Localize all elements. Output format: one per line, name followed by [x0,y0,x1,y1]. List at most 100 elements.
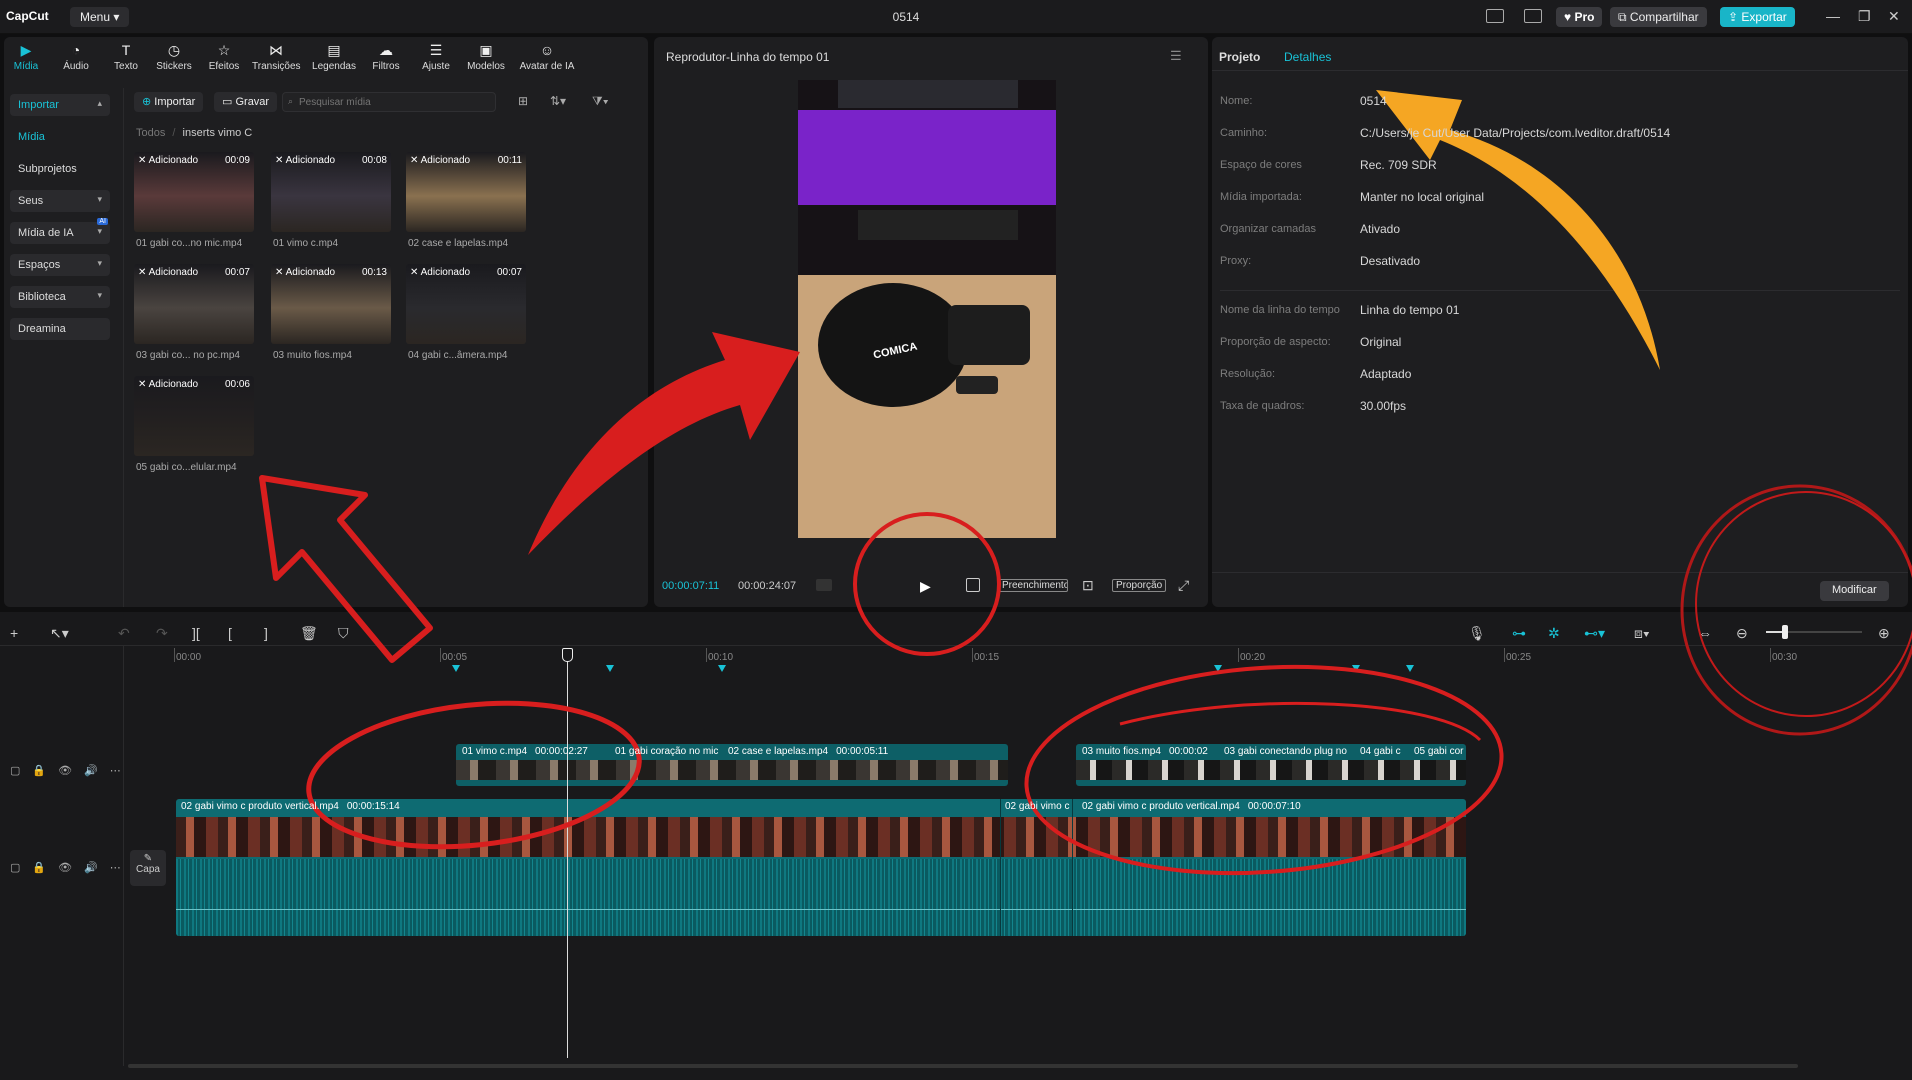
grid-view-icon[interactable]: ⊞ [518,94,528,108]
share-icon: ⧉ [1618,10,1627,24]
media-item[interactable]: ✕ Adicionado 00:08 01 vimo c.mp4 [271,152,391,249]
main-track-magnet-icon[interactable]: ⊶ [1512,625,1526,642]
media-item[interactable]: ✕ Adicionado 00:09 01 gabi co...no mic.mp4 [134,152,254,249]
delete-icon[interactable]: 🗑 [300,625,318,642]
select-tool-icon[interactable]: ↖▾ [50,625,69,642]
overlay-clip[interactable]: 04 gabi c [1360,746,1401,757]
overlay-clip[interactable]: 02 case e lapelas.mp4 00:00:05:11 [728,746,888,757]
breadcrumb-all[interactable]: Todos [136,127,165,139]
nav-library[interactable]: Biblioteca ▾ [10,286,110,308]
add-track-icon[interactable]: + [10,625,18,641]
undo-icon[interactable]: ↶ [118,625,130,642]
media-item[interactable]: ✕ Adicionado 00:06 05 gabi co...elular.mp4 [134,376,254,473]
fit-icon[interactable]: ⇔ [1698,625,1712,641]
minimize-icon[interactable]: — [1826,8,1840,24]
tab-adjust[interactable]: ☰ Ajuste [412,42,460,72]
zoom-in-icon[interactable]: ⊕ [1878,625,1890,642]
detail-label: Nome da linha do tempo [1220,304,1340,316]
zoom-slider-handle[interactable] [1782,625,1788,639]
detail-value: Ativado [1360,222,1401,236]
tab-avatar[interactable]: ☺ Avatar de IA [512,42,582,72]
zoom-out-icon[interactable]: ⊖ [1736,625,1748,642]
close-icon[interactable]: ✕ [1888,8,1900,25]
tab-project[interactable]: Projeto [1219,50,1260,64]
cover-button[interactable]: ✎ Capa [130,850,166,886]
redo-icon[interactable]: ↷ [156,625,168,642]
check-icon: ✕ [138,267,149,278]
nav-subprojects[interactable]: Subprojetos [10,158,110,180]
ruler-tick: 00:00 [176,652,202,663]
main-clip[interactable]: 02 gabi vimo c [1005,801,1069,812]
modify-button[interactable]: Modificar [1820,581,1889,601]
preview-axis-icon[interactable]: ⧈▾ [1634,625,1650,642]
export-button[interactable]: ⇪ Exportar [1720,7,1795,27]
tab-details[interactable]: Detalhes [1284,50,1331,64]
filter-icon[interactable]: ⧩▾ [592,94,609,109]
microphone-icon[interactable]: 🎙 [1468,625,1486,642]
snapshot-icon[interactable]: ⊡ [1082,577,1094,594]
media-duration: 00:09 [224,155,250,166]
tab-media[interactable]: ▶ Mídia [2,42,50,72]
tiktok-icon[interactable] [966,578,980,592]
fill-button[interactable]: Preenchimento [998,579,1068,592]
media-item[interactable]: ✕ Adicionado 00:11 02 case e lapelas.mp4 [406,152,526,249]
tab-text[interactable]: T Texto [102,42,150,72]
layout-icon[interactable] [1486,9,1504,23]
trim-right-icon[interactable]: ] [264,625,268,641]
media-item[interactable]: ✕ Adicionado 00:07 04 gabi c...âmera.mp4 [406,264,526,361]
main-track[interactable] [176,799,1466,936]
share-button[interactable]: ⧉ Compartilhar [1610,7,1707,27]
tab-label: Efeitos [208,61,240,72]
player-menu-icon[interactable]: ☰ [1170,48,1182,64]
shortcut-icon[interactable] [1524,9,1542,23]
split-icon[interactable]: ][ [192,625,200,641]
nav-dreamina[interactable]: Dreamina [10,318,110,340]
check-icon: ✕ [275,155,286,166]
pro-button[interactable]: ♥ Pro [1556,7,1603,27]
playhead[interactable] [567,648,568,1058]
record-button[interactable]: ▭ Gravar [214,92,278,112]
import-button[interactable]: ⊕ Importar [134,92,204,112]
tab-filters[interactable]: ☁ Filtros [362,42,410,72]
auto-snap-icon[interactable]: ✲ [1548,625,1560,642]
overlay-clip[interactable]: 03 muito fios.mp4 00:00:02 [1082,746,1208,757]
trim-left-icon[interactable]: [ [228,625,232,641]
tab-transitions[interactable]: ⋈ Transições [252,42,301,72]
plus-icon: ⊕ [142,96,152,108]
nav-media[interactable]: Mídia [10,126,110,148]
media-item[interactable]: ✕ Adicionado 00:07 03 gabi co... no pc.mp4 [134,264,254,361]
overlay-clip[interactable]: 05 gabi cor [1414,746,1463,757]
overlay-clip[interactable]: 01 gabi coração no mic [615,746,718,757]
maximize-icon[interactable]: ❐ [1858,8,1871,25]
video-preview: COMICA [798,80,1056,538]
tab-templates[interactable]: ▣ Modelos [462,42,510,72]
detail-value: 30.00fps [1360,399,1407,413]
timecode-icon[interactable] [816,579,832,591]
marker-icon[interactable]: ⛉ [338,625,349,642]
media-item[interactable]: ✕ Adicionado 00:13 03 muito fios.mp4 [271,264,391,361]
main-clip[interactable]: 02 gabi vimo c produto vertical.mp4 00:00… [1082,801,1301,812]
nav-yours[interactable]: Seus ▾ [10,190,110,212]
tab-label: Filtros [372,61,400,72]
overlay-clip[interactable]: 01 vimo c.mp4 00:00:02:27 [462,746,588,757]
play-button[interactable]: ▶ [920,578,931,595]
timeline-scrollbar[interactable] [128,1064,1798,1068]
main-clip[interactable]: 02 gabi vimo c produto vertical.mp4 00:00… [181,801,400,812]
overlay-clip[interactable]: 03 gabi conectando plug no [1224,746,1347,757]
search-input[interactable] [282,92,496,112]
ratio-button[interactable]: Proporção [1112,579,1167,592]
tab-sticker[interactable]: ◷ Stickers [150,42,198,72]
tab-audio[interactable]: ◔ Áudio [52,42,100,72]
tab-effects[interactable]: ☆ Efeitos [200,42,248,72]
playhead-handle[interactable] [562,648,573,662]
sort-icon[interactable]: ⇅▾ [550,94,566,108]
tab-captions[interactable]: ▤ Legendas [310,42,358,72]
overlay-track-controls[interactable]: ▢🔒👁🔊⋯ [10,764,133,777]
nav-ai-media[interactable]: Mídia de IA ▾ AI [10,218,110,244]
link-icon[interactable]: ⊷▾ [1584,625,1605,642]
divider [1212,572,1908,573]
fullscreen-icon[interactable]: ⤢ [1178,577,1189,594]
nav-spaces[interactable]: Espaços ▾ [10,254,110,276]
nav-import[interactable]: Importar ▴ [10,94,110,116]
main-track-controls[interactable]: ▢🔒👁🔊⋯ [10,861,133,874]
